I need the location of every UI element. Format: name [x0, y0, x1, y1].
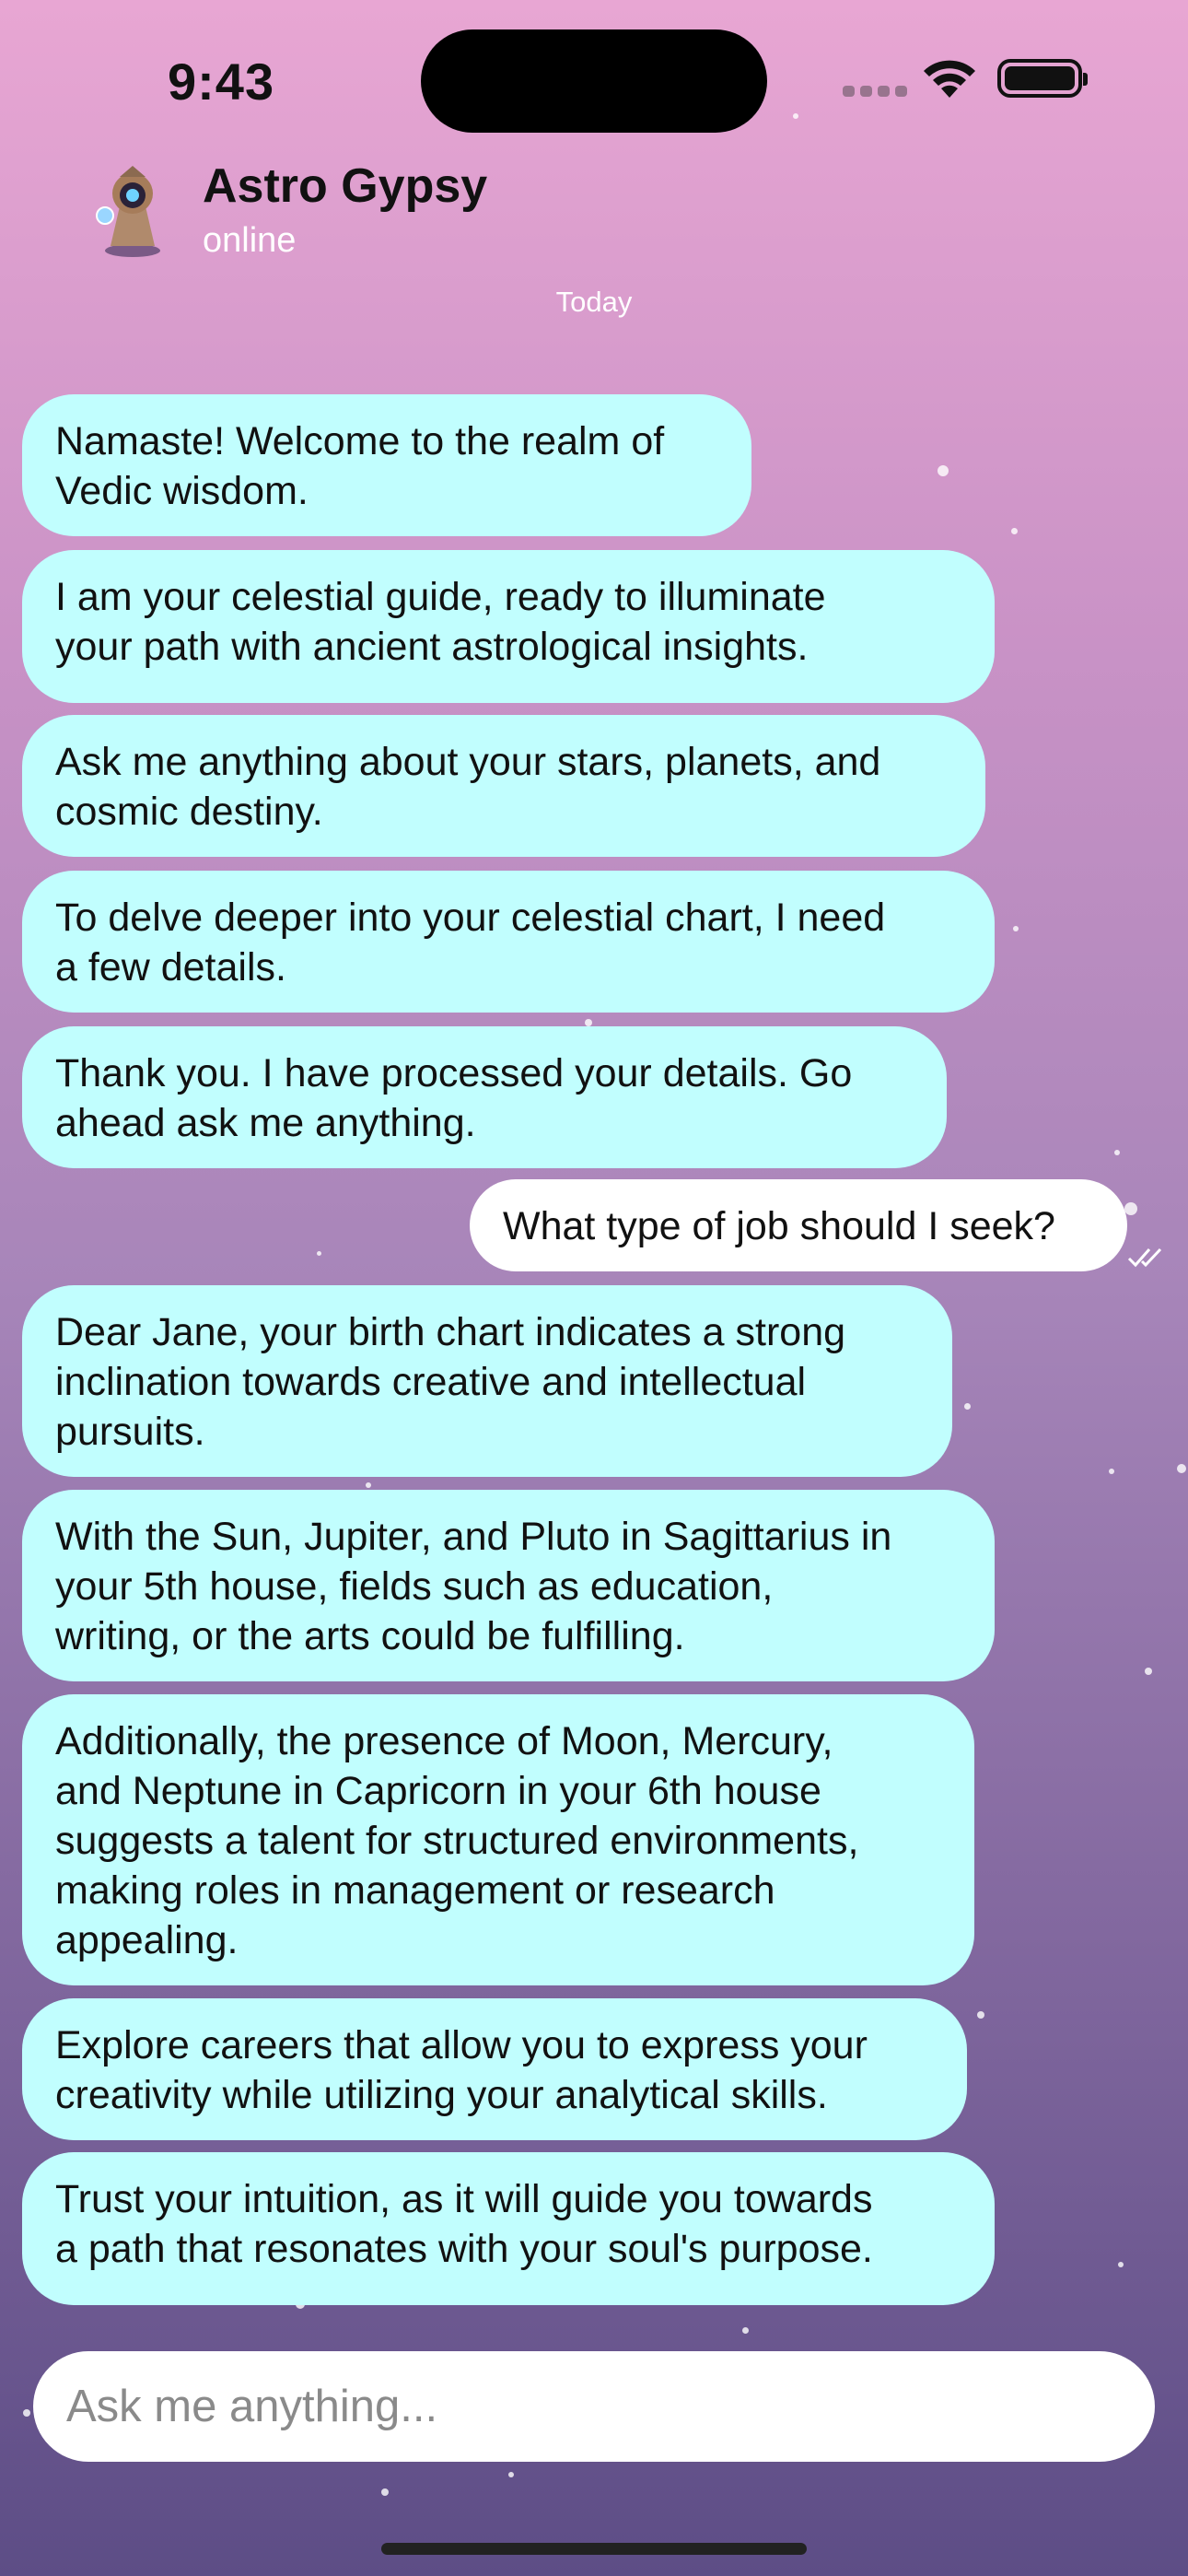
message-bubble-bot: Trust your intuition, as it will guide y… [22, 2152, 995, 2305]
cellular-signal-icon [843, 86, 907, 97]
chat-title: Astro Gypsy [203, 159, 488, 213]
message-bubble-user: What type of job should I seek? [470, 1179, 1127, 1271]
message-bubble-bot: Dear Jane, your birth chart indicates a … [22, 1285, 952, 1477]
battery-icon [997, 59, 1088, 98]
message-bubble-bot: Thank you. I have processed your details… [22, 1026, 947, 1168]
message-bubble-bot: To delve deeper into your celestial char… [22, 871, 995, 1013]
message-bubble-bot: Additionally, the presence of Moon, Merc… [22, 1694, 974, 1985]
status-bar: 9:43 [0, 0, 1188, 157]
message-bubble-bot: Namaste! Welcome to the realm of Vedic w… [22, 394, 751, 536]
message-input[interactable] [33, 2351, 1155, 2462]
chat-header: Astro Gypsy online [92, 158, 1105, 269]
dynamic-island [421, 29, 767, 133]
wifi-icon [924, 60, 975, 98]
astrologer-avatar[interactable] [92, 158, 173, 260]
message-bubble-bot: Explore careers that allow you to expres… [22, 1998, 967, 2140]
message-bubble-bot: With the Sun, Jupiter, and Pluto in Sagi… [22, 1490, 995, 1681]
double-check-icon [1127, 1247, 1162, 1268]
message-bubble-bot: I am your celestial guide, ready to illu… [22, 550, 995, 703]
home-indicator[interactable] [381, 2543, 807, 2555]
message-bubble-bot: Ask me anything about your stars, planet… [22, 715, 985, 857]
presence-status: online [203, 221, 297, 260]
date-divider: Today [555, 286, 633, 318]
status-time: 9:43 [168, 53, 275, 111]
